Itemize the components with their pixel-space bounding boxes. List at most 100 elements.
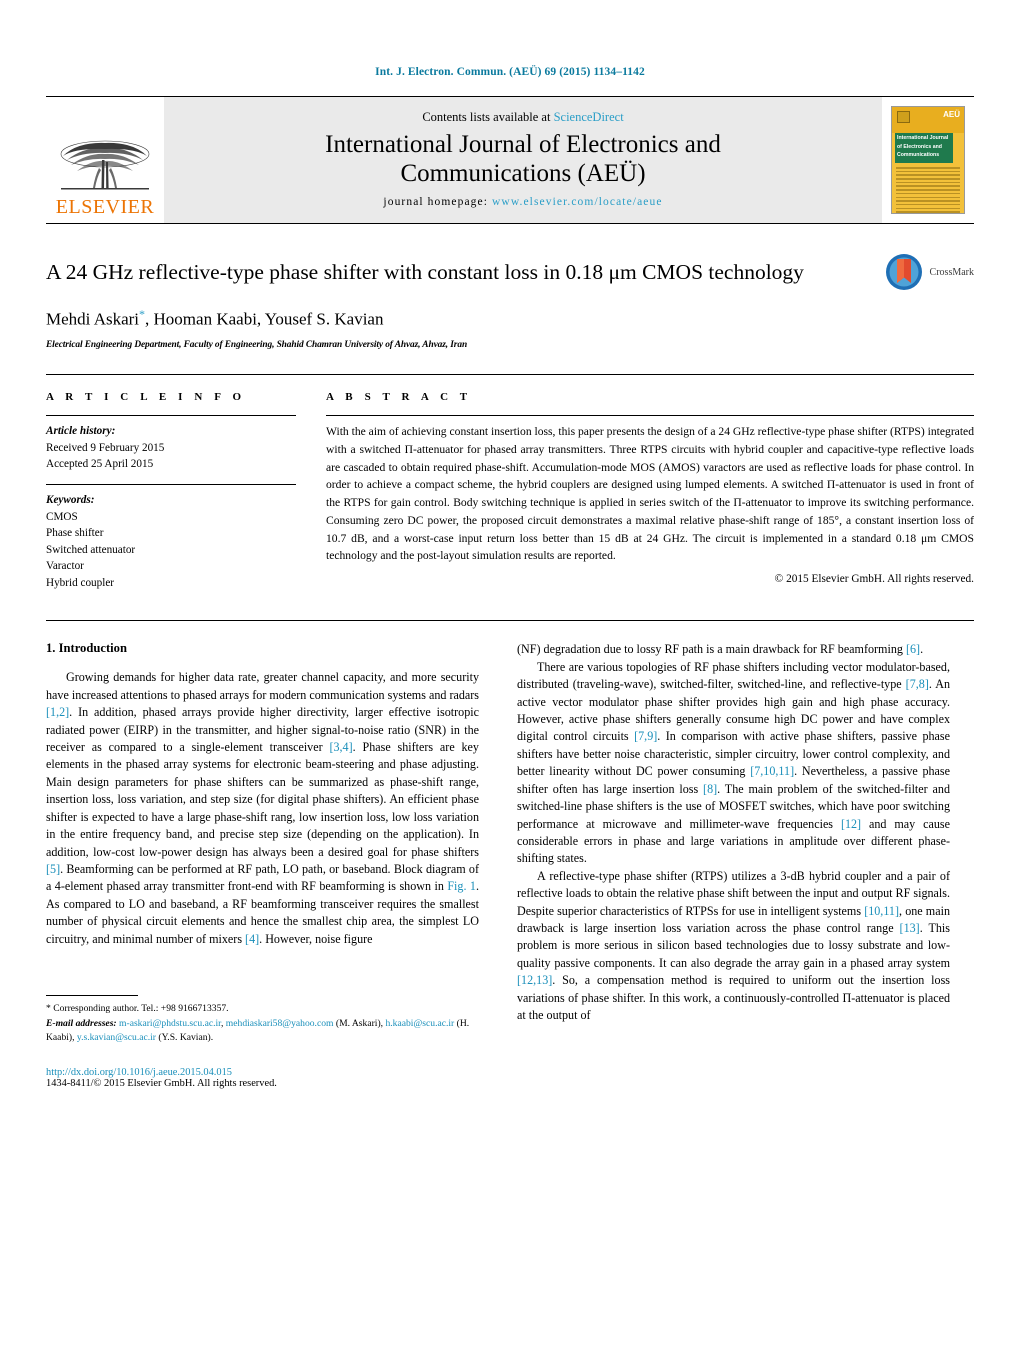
authors-remaining: , Hooman Kaabi, Yousef S. Kavian xyxy=(145,309,384,329)
email-link[interactable]: y.s.kavian@scu.ac.ir xyxy=(77,1032,156,1043)
sciencedirect-link[interactable]: ScienceDirect xyxy=(554,110,624,124)
body-left-column: 1. Introduction Growing demands for high… xyxy=(46,641,479,1089)
email-link[interactable]: mehdiaskari58@yahoo.com xyxy=(226,1018,334,1029)
crossmark-badge[interactable]: CrossMark xyxy=(884,252,974,292)
cover-title-line1: International Journal xyxy=(897,135,949,141)
title-block: A 24 GHz reflective-type phase shifter w… xyxy=(46,254,974,351)
citation-link[interactable]: [7,10,11] xyxy=(750,764,794,778)
journal-title-line2: Communications (AEÜ) xyxy=(400,159,646,187)
article-info-heading: A R T I C L E I N F O xyxy=(46,391,246,404)
keyword-item: CMOS xyxy=(46,510,78,523)
masthead-center: Contents lists available at ScienceDirec… xyxy=(164,97,882,223)
journal-homepage-line: journal homepage: www.elsevier.com/locat… xyxy=(383,196,662,208)
para-text: . So, a compensation method is required … xyxy=(517,973,950,1022)
journal-cover-thumbnail: AEÜ International Journal of Electronics… xyxy=(891,106,965,214)
keywords-label: Keywords: xyxy=(46,493,95,506)
journal-cover: AEÜ International Journal of Electronics… xyxy=(882,97,974,223)
homepage-url-link[interactable]: www.elsevier.com/locate/aeue xyxy=(492,196,663,208)
running-head: Int. J. Electron. Commun. (AEÜ) 69 (2015… xyxy=(375,66,645,78)
author-list: Mehdi Askari*, Hooman Kaabi, Yousef S. K… xyxy=(46,307,974,330)
abstract-heading: A B S T R A C T xyxy=(326,391,472,404)
keyword-item: Switched attenuator xyxy=(46,543,136,556)
citation-link[interactable]: [12,13] xyxy=(517,973,552,987)
citation-link[interactable]: [13] xyxy=(900,921,920,935)
elsevier-logo: ELSEVIER xyxy=(46,97,164,223)
body-right-column: (NF) degradation due to lossy RF path is… xyxy=(517,641,950,1089)
email-label: E-mail addresses: xyxy=(46,1017,117,1029)
citation-link[interactable]: [6] xyxy=(906,642,920,656)
elsevier-tree-icon xyxy=(60,140,150,190)
issn-copyright: 1434-8411/© 2015 Elsevier GmbH. All righ… xyxy=(46,1078,277,1090)
cover-title-line3: Communications xyxy=(897,152,940,158)
keyword-item: Phase shifter xyxy=(46,527,104,540)
journal-masthead: ELSEVIER Contents lists available at Sci… xyxy=(46,96,974,224)
citation-link[interactable]: [4] xyxy=(245,932,259,946)
citation-link[interactable]: [1,2] xyxy=(46,705,69,719)
article-history-label: Article history: xyxy=(46,425,116,438)
para-text: Growing demands for higher data rate, gr… xyxy=(46,670,479,702)
citation-link[interactable]: [8] xyxy=(703,782,717,796)
footnote-corresponding: * Corresponding author. Tel.: +98 916671… xyxy=(46,1003,229,1015)
abstract-rule xyxy=(326,415,974,417)
intro-paragraph-1: Growing demands for higher data rate, gr… xyxy=(46,669,479,948)
para-text: . Beamforming can be performed at RF pat… xyxy=(46,861,479,894)
intro-paragraph-4: A reflective-type phase shifter (RTPS) u… xyxy=(517,868,950,1025)
email-link[interactable]: h.kaabi@scu.ac.ir xyxy=(385,1018,454,1029)
para-text: There are various topologies of RF phase… xyxy=(517,659,950,692)
section-divider xyxy=(46,620,974,622)
article-history-group: Article history: Received 9 February 201… xyxy=(46,423,296,473)
author-primary: Mehdi Askari xyxy=(46,309,140,329)
cover-title-band: International Journal of Electronics and… xyxy=(895,133,953,163)
para-text: . However, noise figure xyxy=(259,931,373,946)
affiliation: Electrical Engineering Department, Facul… xyxy=(46,340,468,351)
email-owner: (M. Askari), xyxy=(335,1017,384,1029)
journal-title-line1: International Journal of Electronics and xyxy=(325,130,721,158)
cover-title-line2: of Electronics and xyxy=(897,143,942,150)
citation-link[interactable]: [5] xyxy=(46,862,60,876)
body-columns: 1. Introduction Growing demands for high… xyxy=(46,641,974,1089)
footnote-emails: E-mail addresses: m-askari@phdstu.scu.ac… xyxy=(46,1017,470,1044)
history-received: Received 9 February 2015 xyxy=(46,441,165,454)
info-rule-top xyxy=(46,415,296,417)
paper-page: Int. J. Electron. Commun. (AEÜ) 69 (2015… xyxy=(0,0,1020,1351)
email-owner: (Y.S. Kavian). xyxy=(158,1032,214,1044)
para-text: . xyxy=(920,642,924,657)
crossmark-icon xyxy=(885,254,922,290)
footnote-rule xyxy=(46,995,138,997)
cover-logo-box xyxy=(897,111,910,123)
cover-aeu-mark: AEÜ xyxy=(943,110,960,119)
abstract-copyright: © 2015 Elsevier GmbH. All rights reserve… xyxy=(774,573,974,586)
info-abstract-section: A R T I C L E I N F O Article history: R… xyxy=(46,374,974,602)
crossmark-label: CrossMark xyxy=(929,266,974,278)
intro-paragraph-3: There are various topologies of RF phase… xyxy=(517,659,950,868)
homepage-label: journal homepage: xyxy=(383,196,489,209)
citation-link[interactable]: [7,8] xyxy=(906,677,929,691)
page-title: A 24 GHz reflective-type phase shifter w… xyxy=(46,260,804,284)
cover-text-lines xyxy=(896,167,960,213)
journal-title: International Journal of Electronics and… xyxy=(325,131,721,189)
citation-link[interactable]: [10,11] xyxy=(864,904,899,918)
para-text: . Phase shifters are key elements in the… xyxy=(46,740,479,859)
figure-link[interactable]: Fig. 1 xyxy=(447,879,476,893)
keyword-item: Hybrid coupler xyxy=(46,576,115,589)
citation-link[interactable]: [3,4] xyxy=(329,740,352,754)
section-title-introduction: 1. Introduction xyxy=(46,641,127,656)
citation-link[interactable]: [7,9] xyxy=(634,729,657,743)
info-rule-mid xyxy=(46,483,296,485)
abstract-column: A B S T R A C T With the aim of achievin… xyxy=(326,391,974,602)
email-link[interactable]: m-askari@phdstu.scu.ac.ir xyxy=(119,1018,221,1029)
keyword-item: Varactor xyxy=(46,560,84,573)
intro-paragraph-2: (NF) degradation due to lossy RF path is… xyxy=(517,641,950,658)
doi-link[interactable]: http://dx.doi.org/10.1016/j.aeue.2015.04… xyxy=(46,1067,479,1078)
abstract-text: With the aim of achieving constant inser… xyxy=(326,425,974,563)
doi-block: http://dx.doi.org/10.1016/j.aeue.2015.04… xyxy=(46,1067,479,1089)
history-accepted: Accepted 25 April 2015 xyxy=(46,458,154,471)
contents-prefix: Contents lists available at xyxy=(422,109,554,124)
contents-line: Contents lists available at ScienceDirec… xyxy=(422,110,623,125)
elsevier-wordmark: ELSEVIER xyxy=(55,196,155,218)
article-info-column: A R T I C L E I N F O Article history: R… xyxy=(46,391,296,602)
footnotes: * Corresponding author. Tel.: +98 916671… xyxy=(46,995,479,1089)
para-text: (NF) degradation due to lossy RF path is… xyxy=(517,642,906,657)
citation-link[interactable]: [12] xyxy=(841,817,861,831)
keywords-group: Keywords: CMOS Phase shifter Switched at… xyxy=(46,492,296,591)
